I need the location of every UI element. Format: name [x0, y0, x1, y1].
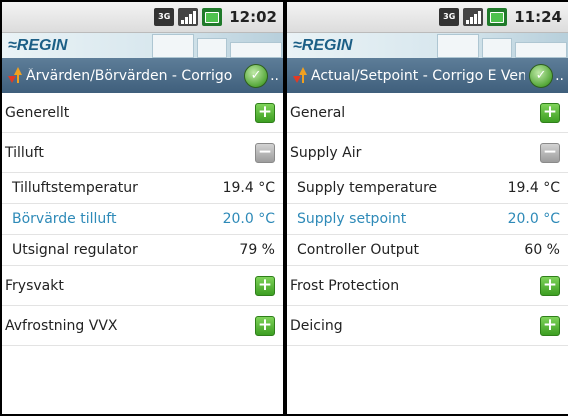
settings-list: Generellt + Tilluft − Tilluftstemperatur…	[2, 93, 283, 346]
regin-logo: ≈REGIN	[8, 36, 68, 54]
status-bar: 3G 12:02	[2, 2, 283, 33]
item-label: Börvärde tilluft	[12, 211, 117, 227]
phone-screen-swedish: 3G 12:02 ≈REGIN Ärvärden/Börvärden - Cor…	[2, 2, 283, 414]
logo-banner: ≈REGIN	[287, 33, 568, 58]
list-item-controller-output[interactable]: Controller Output 60 %	[287, 235, 568, 266]
group-row-frost-protection[interactable]: Frysvakt +	[2, 266, 283, 306]
status-bar: 3G 11:24	[287, 2, 568, 33]
building-graphic	[197, 38, 227, 58]
group-label: Frysvakt	[5, 277, 64, 294]
signal-strength-icon	[178, 8, 199, 26]
item-label: Controller Output	[297, 242, 419, 258]
list-item-supply-temperature[interactable]: Supply temperature 19.4 °C	[287, 173, 568, 204]
building-graphic	[152, 34, 194, 58]
title-ellipsis: ..	[555, 67, 564, 84]
clock: 11:24	[514, 8, 562, 26]
building-graphic	[482, 38, 512, 58]
network-3g-icon: 3G	[154, 8, 175, 26]
expand-plus-icon[interactable]: +	[255, 102, 275, 123]
title-bar: Ärvärden/Börvärden - Corrigo ✓ ..	[2, 58, 283, 93]
list-item-supply-setpoint[interactable]: Börvärde tilluft 20.0 °C	[2, 204, 283, 235]
item-value: 20.0 °C	[222, 211, 275, 227]
expand-plus-icon[interactable]: +	[540, 315, 560, 336]
item-label: Tilluftstemperatur	[12, 180, 138, 196]
item-label: Supply setpoint	[297, 211, 407, 227]
signal-strength-icon	[463, 8, 484, 26]
list-item-supply-setpoint[interactable]: Supply setpoint 20.0 °C	[287, 204, 568, 235]
group-row-frost-protection[interactable]: Frost Protection +	[287, 266, 568, 306]
expand-plus-icon[interactable]: +	[540, 275, 560, 296]
group-row-supply-air[interactable]: Tilluft −	[2, 133, 283, 173]
group-label: Tilluft	[5, 144, 44, 161]
list-item-supply-temperature[interactable]: Tilluftstemperatur 19.4 °C	[2, 173, 283, 204]
item-value: 19.4 °C	[507, 180, 560, 196]
group-label: General	[290, 104, 346, 121]
group-label: Generellt	[5, 104, 70, 121]
battery-icon	[202, 8, 223, 26]
back-check-icon[interactable]: ✓	[529, 63, 554, 88]
group-label: Deicing	[290, 317, 343, 334]
item-label: Supply temperature	[297, 180, 438, 196]
title-ellipsis: ..	[270, 67, 279, 84]
settings-list: General + Supply Air − Supply temperatur…	[287, 93, 568, 346]
group-row-supply-air[interactable]: Supply Air −	[287, 133, 568, 173]
item-value: 60 %	[524, 242, 560, 258]
battery-icon	[487, 8, 508, 26]
expand-plus-icon[interactable]: +	[255, 275, 275, 296]
title-bar: Actual/Setpoint - Corrigo E Ven ✓ ..	[287, 58, 568, 93]
group-row-general[interactable]: General +	[287, 93, 568, 133]
up-down-arrows-icon	[293, 66, 307, 85]
network-3g-icon: 3G	[439, 8, 460, 26]
item-value: 19.4 °C	[222, 180, 275, 196]
building-graphic	[515, 42, 567, 58]
group-row-general[interactable]: Generellt +	[2, 93, 283, 133]
clock: 12:02	[229, 8, 277, 26]
phone-screen-english: 3G 11:24 ≈REGIN Actual/Setpoint - Corrig…	[287, 2, 568, 414]
page-title: Actual/Setpoint - Corrigo E Ven	[311, 67, 526, 84]
group-label: Supply Air	[290, 144, 362, 161]
item-label: Utsignal regulator	[12, 242, 138, 258]
expand-plus-icon[interactable]: +	[255, 315, 275, 336]
item-value: 20.0 °C	[507, 211, 560, 227]
regin-logo: ≈REGIN	[293, 36, 353, 54]
expand-plus-icon[interactable]: +	[540, 102, 560, 123]
logo-banner: ≈REGIN	[2, 33, 283, 58]
group-row-deicing[interactable]: Avfrostning VVX +	[2, 306, 283, 346]
group-row-deicing[interactable]: Deicing +	[287, 306, 568, 346]
collapse-minus-icon[interactable]: −	[540, 142, 560, 163]
item-value: 79 %	[239, 242, 275, 258]
up-down-arrows-icon	[8, 66, 22, 85]
list-item-controller-output[interactable]: Utsignal regulator 79 %	[2, 235, 283, 266]
building-graphic	[230, 42, 282, 58]
back-check-icon[interactable]: ✓	[244, 63, 269, 88]
group-label: Frost Protection	[290, 277, 400, 294]
group-label: Avfrostning VVX	[5, 317, 118, 334]
page-title: Ärvärden/Börvärden - Corrigo	[26, 67, 233, 84]
building-graphic	[437, 34, 479, 58]
collapse-minus-icon[interactable]: −	[255, 142, 275, 163]
